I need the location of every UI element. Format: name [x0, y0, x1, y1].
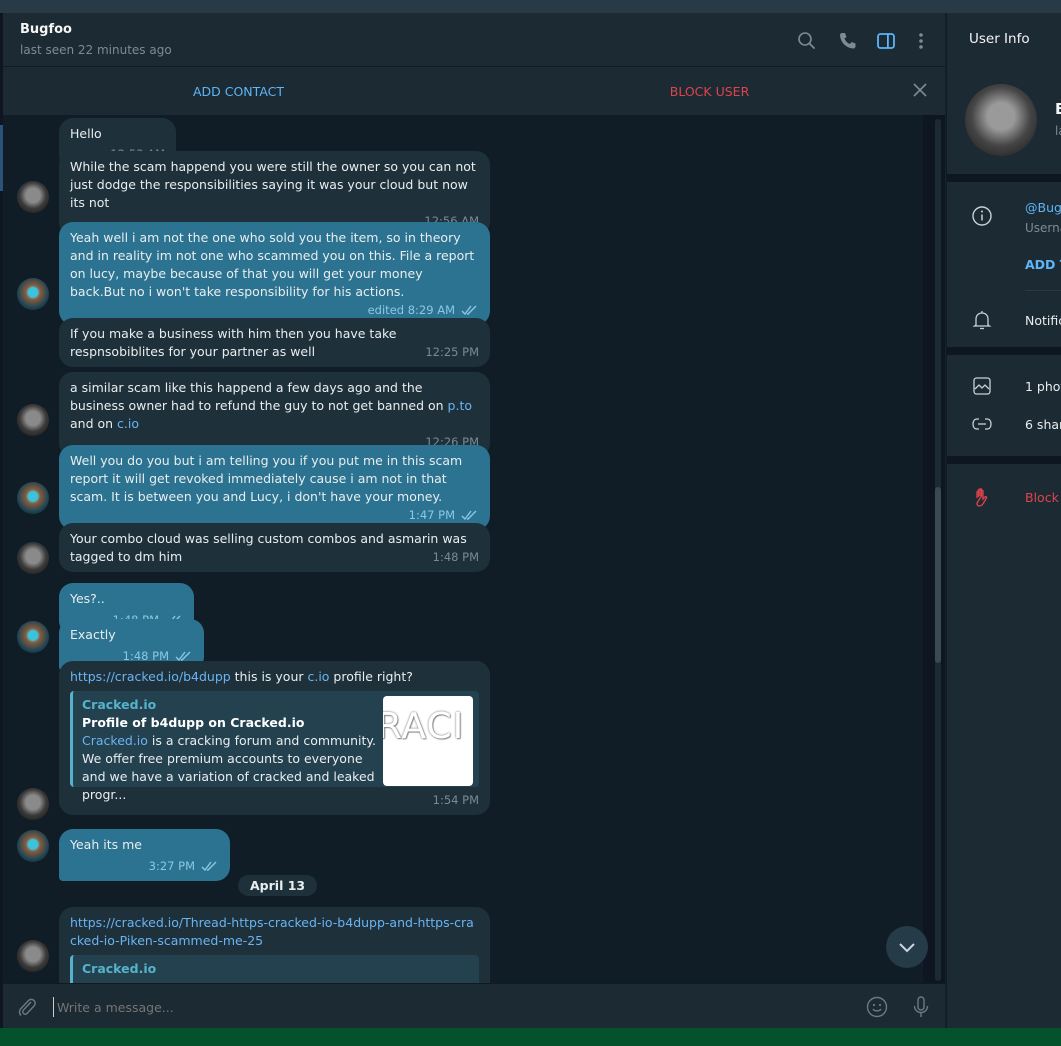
message-incoming[interactable]: https://cracked.io/Thread-https-cracked-…	[59, 907, 490, 983]
avatar-bugfoo[interactable]	[17, 404, 49, 436]
notifications-toggle[interactable]: Notifications	[1025, 313, 1061, 328]
chat-title[interactable]: Bugfoo	[20, 22, 72, 37]
message-outgoing[interactable]: Well you do you but i am telling you if …	[59, 445, 490, 530]
message-text: a similar scam like this happend a few d…	[70, 380, 448, 413]
avatar-bugfoo[interactable]	[17, 181, 49, 213]
date-separator: April 13	[238, 875, 318, 896]
block-user-button[interactable]: BLOCK USER	[474, 84, 945, 99]
preview-desc-link[interactable]: Cracked.io	[82, 733, 148, 748]
message-input[interactable]	[53, 997, 833, 1017]
phone-icon[interactable]	[837, 30, 859, 52]
profile-status: la	[1055, 124, 1061, 138]
message-time: 12:25 PM	[425, 345, 479, 359]
action-bar: ADD CONTACT BLOCK USER	[3, 67, 945, 115]
message-text: While the scam happend you were still th…	[70, 159, 476, 210]
more-vertical-icon[interactable]	[910, 30, 932, 52]
message-incoming[interactable]: Your combo cloud was selling custom comb…	[59, 523, 490, 572]
message-time: 1:48 PM	[432, 550, 479, 564]
block-hand-icon	[976, 488, 988, 507]
add-to-contacts-button[interactable]: ADD TO CONTACTS	[1025, 257, 1061, 272]
double-check-icon	[201, 861, 217, 871]
avatar-me[interactable]	[17, 621, 49, 653]
user-info-panel: User Info B la @Bugfoo Username ADD TO C…	[946, 13, 1061, 1028]
chat-status: last seen 22 minutes ago	[20, 43, 172, 57]
message-text: and on	[70, 416, 118, 431]
message-text: Hello	[70, 126, 102, 141]
preview-site-name: Cracked.io	[82, 961, 157, 976]
message-text: Your combo cloud was selling custom comb…	[70, 531, 467, 564]
double-check-icon	[461, 305, 477, 315]
avatar-bugfoo[interactable]	[17, 542, 49, 574]
message-time: 1:47 PM	[408, 508, 455, 522]
link-preview[interactable]: Cracked.io Profile of b4dupp on Cracked.…	[70, 691, 479, 802]
divider	[1025, 290, 1061, 291]
message-text: this is your	[230, 669, 308, 684]
link-cio[interactable]: c.io	[307, 669, 329, 684]
info-icon	[972, 206, 992, 226]
link-pto[interactable]: p.to	[448, 398, 472, 413]
message-composer	[3, 983, 945, 1028]
microphone-icon[interactable]	[909, 995, 933, 1019]
avatar-me[interactable]	[17, 278, 49, 310]
avatar-me[interactable]	[17, 830, 49, 862]
double-check-icon	[175, 651, 191, 661]
double-check-icon	[461, 510, 477, 520]
message-time: 3:27 PM	[148, 859, 195, 873]
user-info-title: User Info	[969, 31, 1030, 47]
window-top-strip	[0, 0, 1061, 13]
sidebar-toggle-icon[interactable]	[875, 30, 897, 52]
link-preview[interactable]: Cracked.io	[70, 955, 479, 983]
photo-icon	[973, 377, 991, 395]
message-text: Yeah its me	[70, 837, 142, 852]
block-user-link[interactable]: Block user	[1025, 490, 1061, 505]
attach-icon[interactable]	[15, 995, 39, 1019]
link-profile-url[interactable]: https://cracked.io/b4dupp	[70, 669, 231, 684]
message-time: edited 8:29 AM	[367, 303, 455, 317]
search-icon[interactable]	[796, 30, 818, 52]
shared-links[interactable]: 6 shared links	[1025, 417, 1061, 432]
message-outgoing[interactable]: Yeah its me 3:27 PM	[59, 829, 230, 881]
profile-avatar[interactable]	[965, 84, 1037, 156]
message-time: 1:54 PM	[432, 793, 479, 807]
os-taskbar	[0, 1028, 1061, 1046]
emoji-icon[interactable]	[865, 995, 889, 1019]
chat-header: Bugfoo last seen 22 minutes ago	[3, 13, 945, 67]
avatar-me[interactable]	[17, 482, 49, 514]
close-icon[interactable]	[911, 81, 929, 99]
link-icon	[972, 418, 992, 430]
message-text: Yeah well i am not the one who sold you …	[70, 230, 475, 299]
bell-icon	[972, 311, 992, 330]
username-value[interactable]: @Bugfoo	[1025, 200, 1061, 215]
message-text: profile right?	[329, 669, 413, 684]
message-text: Well you do you but i am telling you if …	[70, 453, 463, 504]
message-incoming[interactable]: https://cracked.io/b4dupp this is your c…	[59, 661, 490, 815]
link-thread-url[interactable]: https://cracked.io/Thread-https-cracked-…	[70, 914, 479, 950]
message-outgoing[interactable]: Yeah well i am not the one who sold you …	[59, 222, 490, 325]
preview-thumbnail[interactable]: RACI	[383, 696, 473, 786]
link-cio[interactable]: c.io	[117, 416, 139, 431]
message-incoming[interactable]: If you make a business with him then you…	[59, 318, 490, 367]
add-contact-button[interactable]: ADD CONTACT	[3, 84, 474, 99]
section-divider	[947, 456, 1061, 464]
message-list[interactable]: Hello12:53 AM While the scam happend you…	[3, 115, 923, 983]
username-label: Username	[1025, 221, 1061, 235]
message-text: Yes?..	[70, 591, 105, 606]
message-text: If you make a business with him then you…	[70, 326, 397, 359]
section-divider	[947, 347, 1061, 355]
profile-name: B	[1055, 100, 1061, 118]
message-text: Exactly	[70, 627, 116, 642]
scrollbar-thumb[interactable]	[935, 487, 941, 663]
scroll-to-bottom-button[interactable]	[886, 926, 928, 968]
avatar-bugfoo[interactable]	[17, 940, 49, 972]
avatar-bugfoo[interactable]	[17, 788, 49, 820]
section-divider	[947, 174, 1061, 182]
chevron-down-icon	[899, 943, 915, 953]
shared-photos[interactable]: 1 photo	[1025, 379, 1061, 394]
